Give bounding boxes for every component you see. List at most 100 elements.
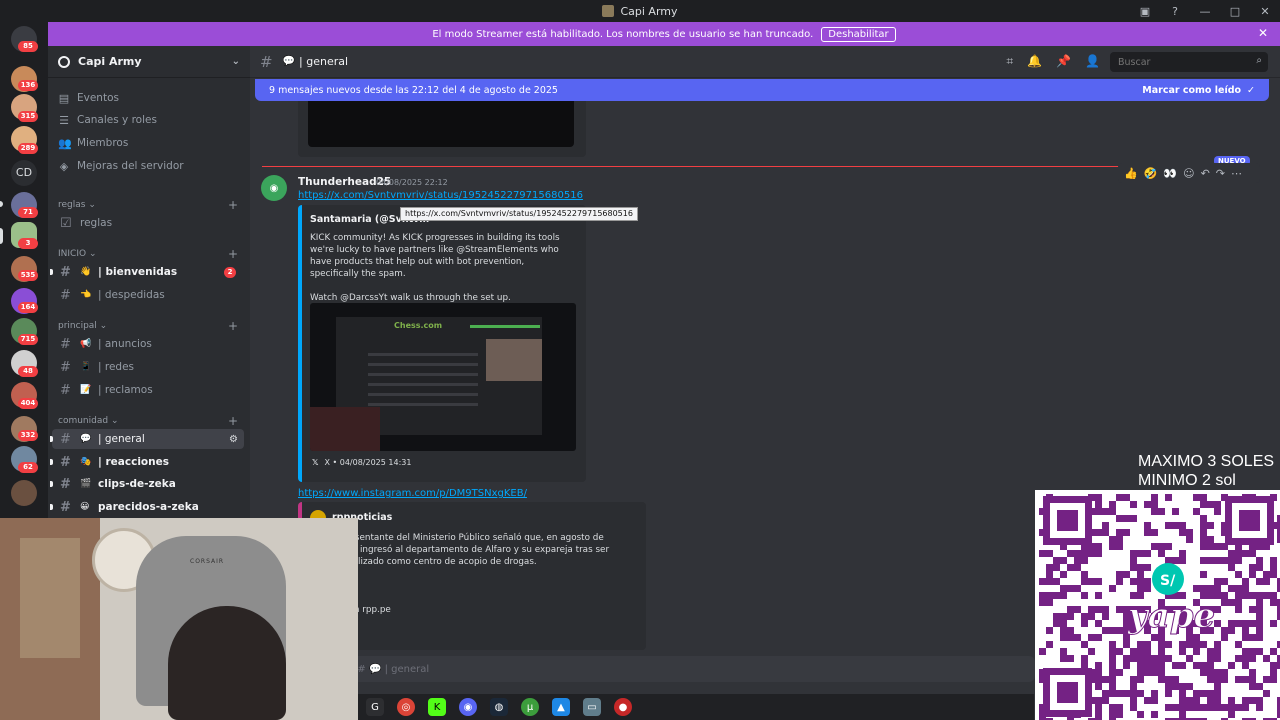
help-icon[interactable]: ? bbox=[1160, 5, 1190, 18]
channel-reacciones[interactable]: # 🎭 | reacciones bbox=[50, 452, 244, 472]
minimize-button[interactable]: — bbox=[1190, 5, 1220, 18]
channel-reclamos[interactable]: # 📝 | reclamos bbox=[52, 380, 244, 400]
channel-reglas[interactable]: ☑ reglas bbox=[52, 213, 244, 233]
category-comunidad[interactable]: comunidad ⌄ + bbox=[58, 414, 238, 428]
hash-icon: # bbox=[260, 52, 273, 71]
qr-module bbox=[1102, 606, 1109, 613]
svg-text:yape: yape bbox=[1127, 596, 1215, 636]
discord-icon[interactable]: ◉ bbox=[459, 698, 477, 716]
qr-module bbox=[1130, 676, 1137, 683]
avatar[interactable]: ◉ bbox=[261, 175, 287, 201]
message-link-instagram[interactable]: https://www.instagram.com/p/DM9TSNxgKEB/ bbox=[298, 488, 527, 499]
close-window-button[interactable]: ✕ bbox=[1250, 5, 1280, 18]
more-icon[interactable]: ⋯ bbox=[1231, 167, 1242, 180]
qr-module bbox=[1200, 515, 1207, 522]
channel-bienvenidas[interactable]: # 👋 | bienvenidas 2 bbox=[50, 262, 244, 282]
mark-read-button[interactable]: Marcar como leído bbox=[1142, 85, 1241, 96]
channel-redes[interactable]: # 📱 | redes bbox=[52, 357, 244, 377]
add-channel-icon[interactable]: + bbox=[228, 414, 238, 428]
qr-module bbox=[1165, 494, 1172, 501]
qr-module bbox=[1081, 662, 1088, 669]
qr-module bbox=[1165, 676, 1172, 683]
qr-module bbox=[1053, 578, 1060, 585]
category-principal[interactable]: principal ⌄ + bbox=[58, 319, 238, 333]
nav-members[interactable]: 👥 Miembros bbox=[58, 133, 128, 153]
thumbs-up-icon[interactable]: 👍 bbox=[1124, 167, 1138, 180]
qr-module bbox=[1242, 620, 1249, 627]
disable-streamer-button[interactable]: Deshabilitar bbox=[821, 26, 896, 42]
notes-icon[interactable]: ▭ bbox=[583, 698, 601, 716]
add-channel-icon[interactable]: + bbox=[228, 319, 238, 333]
new-messages-bar[interactable]: 9 mensajes nuevos desde las 22:12 del 4 … bbox=[255, 79, 1269, 101]
message-timestamp: 04/08/2025 22:12 bbox=[376, 178, 448, 187]
nav-boosts[interactable]: ◈ Mejoras del servidor bbox=[58, 156, 184, 176]
chevron-down-icon[interactable]: ⌄ bbox=[232, 56, 240, 67]
obs-icon[interactable]: ● bbox=[614, 698, 632, 716]
qr-module bbox=[1256, 627, 1263, 634]
channel-anuncios[interactable]: # 📢 | anuncios bbox=[52, 334, 244, 354]
channel-clips-de-zeka[interactable]: # 🎬 clips-de-zeka bbox=[50, 474, 244, 494]
channel-settings-icon[interactable]: ⚙ bbox=[229, 434, 238, 445]
forward-icon[interactable]: ↷ bbox=[1216, 167, 1225, 180]
qr-module bbox=[1109, 655, 1116, 662]
reply-icon[interactable]: ↶ bbox=[1201, 167, 1210, 180]
embed-description: o, el representante del Ministerio Públi… bbox=[310, 533, 610, 615]
server-header[interactable]: Capi Army ⌄ bbox=[48, 46, 250, 78]
app-icon[interactable]: ▲ bbox=[552, 698, 570, 716]
kick-icon[interactable]: K bbox=[428, 698, 446, 716]
add-reaction-icon[interactable]: ☺ bbox=[1183, 167, 1194, 180]
qr-module bbox=[1200, 662, 1207, 669]
qr-module bbox=[1193, 697, 1200, 704]
server-cd[interactable]: CD bbox=[11, 160, 37, 186]
channel-general[interactable]: # 💬 | general ⚙ bbox=[50, 429, 244, 449]
inbox-icon[interactable]: ▣ bbox=[1130, 5, 1160, 18]
qr-module bbox=[1074, 550, 1081, 557]
qr-module bbox=[1207, 697, 1214, 704]
server-icon[interactable] bbox=[11, 480, 37, 506]
gog-icon[interactable]: G bbox=[366, 698, 384, 716]
pin-icon[interactable]: 📌 bbox=[1056, 54, 1071, 69]
qr-module bbox=[1116, 515, 1123, 522]
laugh-icon[interactable]: 🤣 bbox=[1144, 167, 1158, 180]
hash-icon: # bbox=[60, 287, 71, 303]
qr-module bbox=[1270, 620, 1277, 627]
qr-module bbox=[1186, 697, 1193, 704]
qr-module bbox=[1179, 711, 1186, 718]
qr-module bbox=[1095, 711, 1102, 718]
nav-events[interactable]: ▤ Eventos bbox=[58, 88, 119, 108]
category-inicio[interactable]: INICIO ⌄ + bbox=[58, 247, 238, 261]
qr-module bbox=[1235, 585, 1242, 592]
bell-icon[interactable]: 🔔 bbox=[1027, 54, 1042, 69]
utorrent-icon[interactable]: μ bbox=[521, 698, 539, 716]
message-link-x[interactable]: https://x.com/Svntvmvriv/status/19524522… bbox=[298, 190, 583, 201]
threads-icon[interactable]: ⌗ bbox=[1006, 54, 1013, 69]
add-channel-icon[interactable]: + bbox=[228, 247, 238, 261]
qr-module bbox=[1186, 529, 1193, 536]
maximize-button[interactable]: □ bbox=[1220, 5, 1250, 18]
qr-module bbox=[1256, 648, 1263, 655]
qr-module bbox=[1130, 690, 1137, 697]
qr-module bbox=[1256, 606, 1263, 613]
channel-despedidas[interactable]: # 👈 | despedidas bbox=[52, 285, 244, 305]
category-reglas[interactable]: reglas ⌄ + bbox=[58, 198, 238, 212]
eyes-icon[interactable]: 👀 bbox=[1163, 167, 1177, 180]
chrome-icon[interactable]: ◎ bbox=[397, 698, 415, 716]
qr-module bbox=[1060, 585, 1067, 592]
qr-module bbox=[1270, 599, 1277, 606]
add-channel-icon[interactable]: + bbox=[228, 198, 238, 212]
qr-module bbox=[1060, 557, 1067, 564]
search-input[interactable] bbox=[1110, 52, 1268, 72]
window-titlebar: Capi Army ▣ ? — □ ✕ bbox=[0, 0, 1280, 22]
member-list-icon[interactable]: 👤 bbox=[1085, 54, 1100, 69]
video-row bbox=[368, 363, 478, 366]
nav-channels-roles[interactable]: ☰ Canales y roles bbox=[58, 110, 157, 130]
close-icon[interactable]: ✕ bbox=[1258, 26, 1268, 40]
message-composer[interactable]: je a # 💬 | general bbox=[290, 656, 1035, 682]
qr-module bbox=[1200, 669, 1207, 676]
channel-parecidos-a-zeka[interactable]: # 😀 parecidos-a-zeka bbox=[50, 497, 244, 517]
embed-video-thumbnail[interactable]: Chess.com bbox=[310, 303, 576, 451]
qr-module bbox=[1207, 655, 1214, 662]
qr-module bbox=[1109, 501, 1116, 508]
qr-module bbox=[1095, 550, 1102, 557]
steam-icon[interactable]: ◍ bbox=[490, 698, 508, 716]
